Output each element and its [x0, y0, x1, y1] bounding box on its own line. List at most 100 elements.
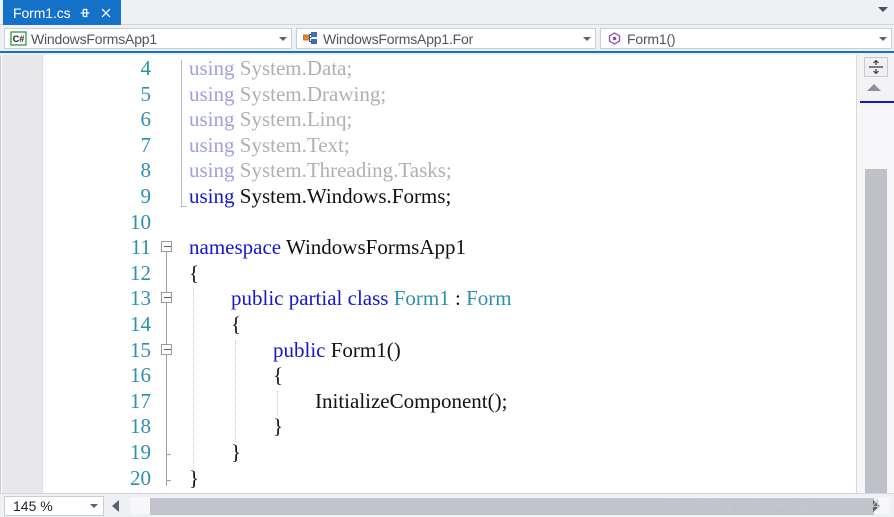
code-editor[interactable]: 4 using System.Data; 5 using System.Drawing…: [0, 55, 894, 493]
code-line[interactable]: public Form1(): [273, 338, 401, 364]
outline-tree-line: [166, 241, 167, 486]
scrollbar-position-marker: [860, 101, 894, 103]
code-token: WindowsFormsApp1: [281, 235, 466, 260]
outline-collapse-toggle[interactable]: [161, 241, 172, 253]
outline-collapse-toggle[interactable]: [161, 292, 172, 304]
code-token: using: [189, 81, 235, 106]
code-token: namespace: [189, 235, 282, 260]
horizontal-scroll-track[interactable]: [130, 497, 890, 515]
code-token: using: [189, 107, 235, 132]
line-number: 20: [130, 465, 151, 490]
outline-collapse-toggle[interactable]: [161, 343, 172, 355]
indent-guide: [193, 288, 194, 468]
code-token: public: [273, 337, 326, 362]
vertical-scroll-thumb[interactable]: [865, 169, 887, 499]
code-line[interactable]: namespace WindowsFormsApp1: [189, 235, 466, 261]
code-line[interactable]: {: [231, 312, 241, 338]
type-dropdown[interactable]: WindowsFormsApp1.For: [296, 28, 596, 49]
horizontal-scroll-thumb[interactable]: [150, 498, 874, 515]
code-text-area[interactable]: 4 using System.Data; 5 using System.Drawing…: [43, 55, 894, 493]
code-token: System.Data;: [234, 56, 353, 80]
code-line[interactable]: using System.Drawing;: [189, 82, 386, 108]
line-number: 5: [140, 81, 152, 106]
member-dropdown[interactable]: Form1(): [600, 28, 892, 49]
visual-studio-editor-window: Form1.cs C# WindowsFormsApp1 WindowsForm…: [0, 0, 894, 517]
line-number: 10: [130, 209, 151, 234]
horizontal-scrollbar[interactable]: [110, 496, 894, 516]
code-token: InitializeComponent();: [315, 388, 508, 413]
code-line[interactable]: using System.Data;: [189, 56, 352, 82]
navigation-bar: C# WindowsFormsApp1 WindowsFormsApp1.For: [0, 25, 894, 53]
code-token: System.Drawing;: [234, 81, 387, 106]
line-number: 17: [130, 388, 151, 413]
member-dropdown-chevron-down-icon[interactable]: [875, 36, 891, 41]
scroll-right-caret-right-icon[interactable]: [873, 500, 880, 512]
indent-guide: [235, 339, 236, 442]
code-line[interactable]: using System.Windows.Forms;: [189, 184, 451, 210]
code-token: Form1: [393, 286, 450, 311]
project-dropdown[interactable]: C# WindowsFormsApp1: [4, 28, 292, 49]
line-number: 16: [130, 363, 151, 388]
method-icon: [606, 31, 623, 46]
scroll-left-caret-left-icon[interactable]: [112, 500, 119, 512]
code-token: }: [273, 414, 284, 439]
code-token: using: [189, 56, 235, 80]
vertical-scroll-track[interactable]: [857, 107, 894, 499]
indicator-margin[interactable]: [2, 55, 43, 493]
csharp-project-icon: C#: [10, 31, 27, 46]
line-number: 13: [130, 286, 151, 311]
code-line[interactable]: {: [189, 261, 199, 287]
line-number: 11: [130, 235, 151, 260]
zoom-level-value: 145 %: [13, 498, 53, 514]
vertical-scrollbar[interactable]: [856, 55, 894, 499]
scroll-up-caret-up-icon[interactable]: [867, 84, 881, 91]
code-line[interactable]: using System.Threading.Tasks;: [189, 158, 452, 184]
pin-icon[interactable]: [78, 6, 92, 20]
line-number: 14: [130, 312, 151, 336]
code-token: System.Threading.Tasks;: [234, 158, 452, 183]
code-token: using: [189, 132, 235, 157]
outline-tree-tick: [166, 454, 171, 455]
code-line[interactable]: using System.Linq;: [189, 107, 352, 133]
code-token: {: [273, 363, 284, 388]
close-icon[interactable]: [99, 6, 113, 20]
code-line[interactable]: }: [273, 414, 283, 440]
line-number: 4: [140, 56, 152, 80]
indent-guide: [277, 390, 278, 417]
outlining-margin[interactable]: [161, 55, 187, 493]
code-token: using: [189, 184, 235, 208]
tab-form1-cs[interactable]: Form1.cs: [3, 0, 121, 25]
project-dropdown-chevron-down-icon[interactable]: [275, 36, 291, 41]
line-number: 19: [130, 440, 151, 464]
code-line[interactable]: using System.Text;: [189, 133, 350, 159]
code-token: System.Windows.Forms;: [234, 184, 452, 208]
using-block-guide: [181, 60, 182, 206]
code-token: }: [231, 440, 242, 464]
tab-label: Form1.cs: [13, 4, 71, 21]
code-token: {: [189, 260, 200, 285]
code-token: System.Linq;: [234, 107, 353, 132]
editor-status-bar: 145 % https://blog.csdn.net/qq_36739984: [0, 493, 894, 517]
line-number: 15: [130, 337, 151, 362]
zoom-level-dropdown[interactable]: 145 %: [4, 496, 104, 516]
class-icon: [302, 31, 319, 46]
code-line[interactable]: public partial class Form1 : Form: [231, 286, 512, 312]
code-line[interactable]: }: [189, 466, 199, 492]
project-dropdown-label: WindowsFormsApp1: [31, 30, 157, 47]
split-view-icon[interactable]: [864, 57, 888, 77]
code-token: {: [231, 312, 242, 336]
type-dropdown-chevron-down-icon[interactable]: [579, 36, 595, 41]
zoom-chevron-down-icon[interactable]: [85, 504, 103, 508]
code-line[interactable]: InitializeComponent();: [315, 389, 507, 415]
code-token: Form1(): [325, 337, 401, 362]
line-number: 8: [140, 158, 152, 183]
svg-text:C#: C#: [13, 34, 25, 44]
type-dropdown-label: WindowsFormsApp1.For: [323, 30, 474, 47]
line-number: 9: [140, 184, 152, 208]
line-number: 18: [130, 414, 151, 439]
member-dropdown-label: Form1(): [627, 30, 676, 47]
tabstrip-overflow-chevron-down-icon[interactable]: [878, 7, 888, 12]
code-token: :: [449, 286, 467, 311]
code-line[interactable]: {: [273, 363, 283, 389]
code-line[interactable]: }: [231, 440, 241, 466]
